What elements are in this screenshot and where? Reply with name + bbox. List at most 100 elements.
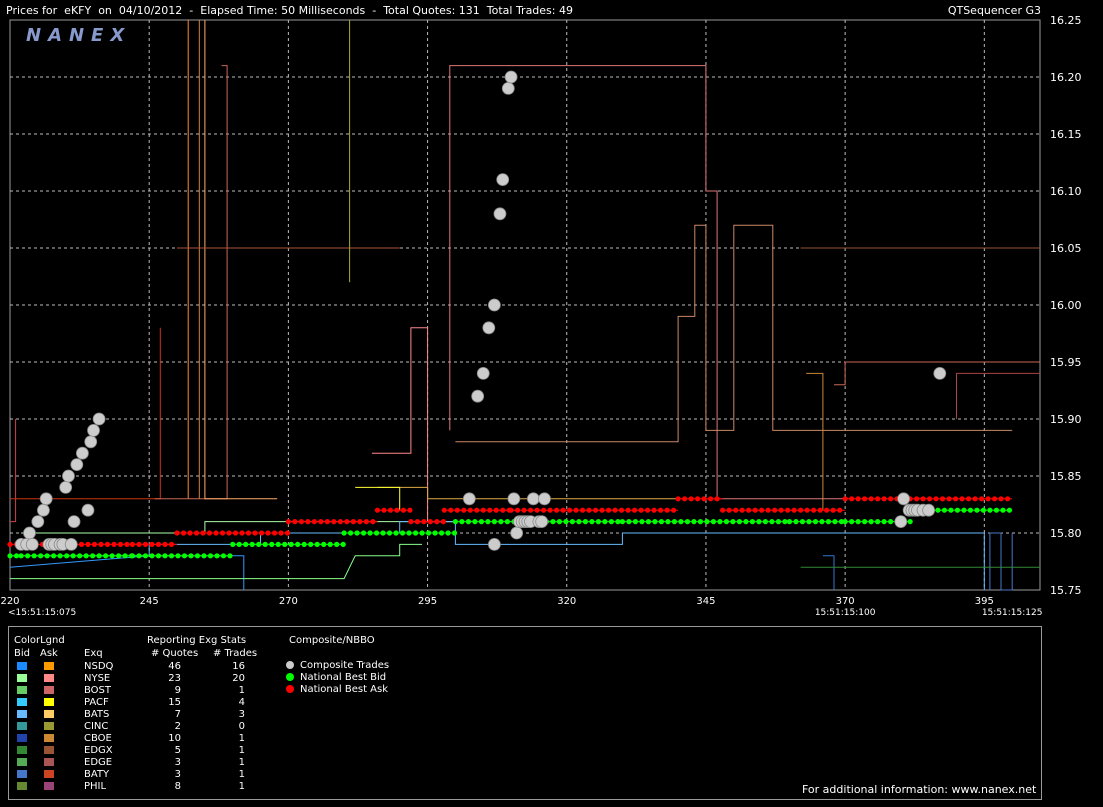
nbbo-marker (168, 553, 175, 559)
nbbo-marker (862, 496, 868, 502)
price-chart: NANEX 16.25 16.20 16.15 16.10 16.05 16.00 15.95… (0, 14, 1082, 618)
y-tick-label: 15.75 (1050, 584, 1082, 597)
bid-color-swatch (17, 674, 27, 682)
nbbo-marker (746, 507, 752, 513)
nbbo-marker (334, 541, 340, 548)
nbbo-marker (194, 553, 201, 559)
nbbo-marker (639, 519, 645, 525)
nbbo-marker (256, 541, 262, 548)
nbbo-marker (534, 507, 540, 513)
nbbo-marker (695, 496, 701, 502)
nbbo-marker (671, 519, 678, 525)
nbbo-marker (855, 519, 861, 525)
trade-point (482, 321, 496, 335)
trade-point (501, 82, 515, 95)
nbbo-marker (664, 507, 670, 513)
nbbo-marker (998, 496, 1004, 502)
nbbo-marker (347, 530, 354, 536)
nbbo-marker (684, 519, 691, 525)
nbbo-marker (421, 519, 427, 525)
trade-point (39, 492, 53, 506)
nbbo-marker (688, 496, 694, 502)
nbbo-marker (394, 507, 400, 513)
nbbo-marker (70, 553, 76, 559)
nbbo-marker (298, 519, 304, 525)
nbbo-marker (678, 519, 684, 525)
trade-point (87, 423, 100, 437)
y-tick-label: 16.10 (1050, 185, 1082, 198)
nbbo-marker (782, 519, 788, 525)
nbbo-marker (954, 507, 961, 513)
nbbo-marker (710, 519, 717, 525)
composite-legend-label: National Best Ask (300, 684, 389, 695)
nbbo-marker (550, 519, 556, 525)
nbbo-marker (406, 530, 412, 536)
nbbo-marker (730, 519, 736, 525)
bid-column-label: Bid (14, 648, 30, 659)
nbbo-marker (605, 507, 612, 513)
nbbo-marker (967, 507, 974, 513)
nbbo-marker (619, 519, 626, 525)
nbbo-marker (579, 507, 586, 513)
nbbo-marker (881, 519, 887, 525)
nbbo-marker (18, 553, 24, 559)
nbbo-marker (556, 519, 563, 525)
nbbo-marker (651, 507, 657, 513)
nbbo-marker (485, 519, 491, 525)
color-legend-title: ColorLgnd (14, 635, 65, 646)
y-tick-label: 16.20 (1050, 71, 1082, 84)
nbbo-marker (104, 541, 111, 548)
quote-count: 10 (168, 733, 181, 744)
nbbo-marker (907, 519, 913, 525)
nbbo-marker (305, 519, 311, 525)
exchange-name: EDGX (84, 745, 113, 756)
nbbo-marker (1000, 507, 1006, 513)
quote-count: 46 (168, 661, 181, 672)
nbbo-marker (181, 553, 188, 559)
nbbo-marker (819, 519, 825, 525)
nbbo-marker (645, 519, 652, 525)
ask-color-swatch (44, 686, 54, 694)
trade-point (510, 526, 524, 540)
nbbo-marker (408, 519, 414, 525)
bid-color-swatch (17, 722, 27, 730)
nbbo-marker (974, 507, 980, 513)
nbbo-marker (959, 496, 965, 502)
nbbo-marker (311, 519, 317, 525)
nbbo-marker (44, 553, 50, 559)
nbbo-marker (987, 507, 993, 513)
nbbo-marker (440, 519, 446, 525)
nbbo-marker (615, 519, 621, 525)
nbbo-marker (454, 507, 460, 513)
nbbo-marker (452, 519, 459, 525)
nbbo-marker (952, 496, 959, 502)
nbbo-marker (31, 553, 37, 559)
nbbo-marker (155, 541, 162, 548)
nbbo-marker (626, 519, 632, 525)
nbbo-marker (765, 507, 771, 513)
ask-color-swatch (44, 770, 54, 778)
trade-point (37, 503, 50, 517)
quote-count: 23 (168, 673, 181, 684)
trade-point (81, 503, 95, 517)
nbbo-marker (569, 519, 576, 525)
quote-count: 15 (168, 697, 181, 708)
nbbo-marker (278, 530, 284, 536)
nbbo-marker (57, 553, 63, 559)
nbbo-marker (308, 541, 314, 548)
nbbo-marker (441, 507, 447, 513)
nbbo-marker (393, 530, 399, 536)
stats-title: Reporting Exg Stats (147, 635, 247, 646)
nbbo-marker (493, 507, 499, 513)
nbbo-marker (855, 496, 861, 502)
bid-color-swatch (17, 758, 27, 766)
nbbo-marker (122, 553, 128, 559)
nbbo-marker (232, 530, 239, 536)
trade-point (933, 366, 947, 380)
exchange-name: NYSE (84, 673, 111, 684)
nbbo-marker (812, 519, 819, 525)
nbbo-marker (180, 530, 187, 536)
nbbo-marker (324, 519, 330, 525)
nbbo-marker (961, 507, 967, 513)
bid-color-swatch (17, 770, 27, 778)
